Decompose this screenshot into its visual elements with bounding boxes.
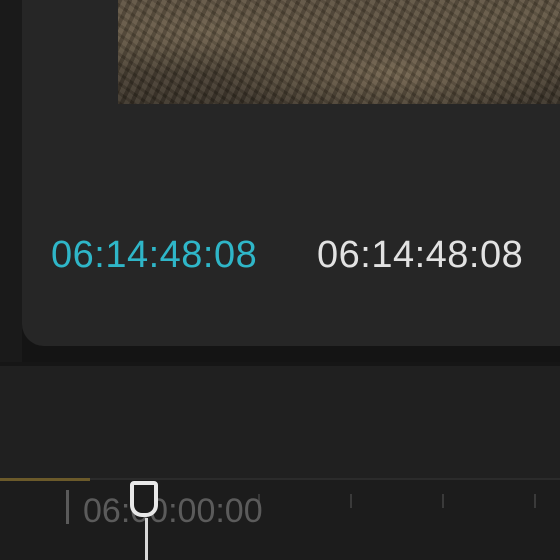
left-panel-edge <box>0 0 22 362</box>
ruler-tick <box>442 494 444 508</box>
ruler-timecode-label: 06:00:00:00 <box>83 492 263 530</box>
editor-window: 06:14:48:08 06:14:48:08 06:00:00:00 <box>0 0 560 560</box>
current-timecode[interactable]: 06:14:48:08 <box>51 234 257 277</box>
ruler-in-out-range <box>0 478 90 481</box>
playhead-handle[interactable] <box>130 481 158 517</box>
ruler-tick <box>350 494 352 508</box>
duration-timecode: 06:14:48:08 <box>317 234 524 276</box>
video-preview[interactable] <box>118 0 560 104</box>
ruler-major-tick <box>66 490 69 524</box>
timeline-toolbar <box>0 366 560 478</box>
ruler-tick <box>534 494 536 508</box>
playhead-line[interactable] <box>145 518 148 560</box>
ruler-baseline <box>90 478 560 480</box>
